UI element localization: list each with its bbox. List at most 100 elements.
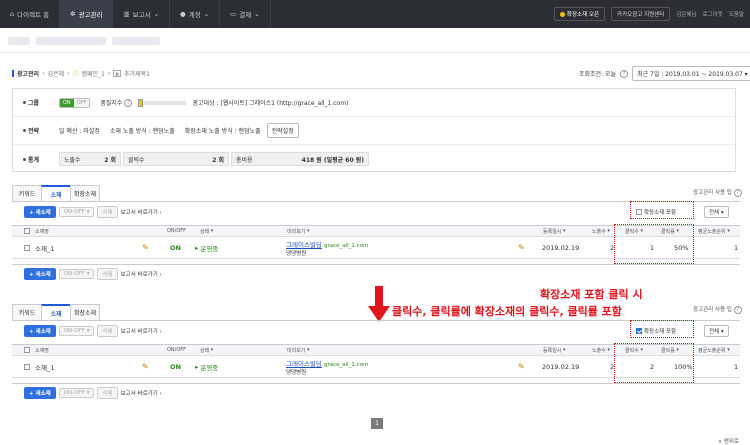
nav-direct-home[interactable]: ⌂ 다이렉트 홈	[0, 0, 61, 28]
account-header	[8, 37, 30, 45]
nav-report[interactable]: ▥ 보고서 ⌄	[113, 0, 171, 28]
filter-dropdown[interactable]: 전체 ▾	[704, 206, 729, 218]
info-label: 통계	[13, 155, 59, 164]
delete-button[interactable]: 삭제	[97, 206, 118, 218]
delete-button[interactable]: 삭제	[97, 267, 118, 280]
arrow-down-icon	[368, 286, 390, 322]
logout-link[interactable]: 로그아웃	[703, 10, 723, 18]
tab-keyword[interactable]: 키워드	[12, 304, 42, 320]
column-header[interactable]: 상태 ▾	[200, 345, 213, 355]
edit-icon[interactable]: ✎	[518, 356, 525, 377]
column-header[interactable]: 상태 ▾	[200, 226, 213, 236]
new-material-button[interactable]: + 새소재	[24, 386, 56, 399]
onoff-status[interactable]: ON	[170, 237, 181, 258]
quality-index-bar	[138, 98, 187, 107]
highlight-box	[614, 343, 694, 383]
help-icon: ?	[733, 306, 742, 314]
tab-expansion[interactable]: 확장소재	[70, 185, 100, 201]
dot-icon	[559, 12, 565, 17]
material-name: 소재_1	[35, 244, 55, 253]
filter-dropdown[interactable]: 전체 ▾	[704, 325, 729, 337]
annotation-line-1: 확장소재 포함 클릭 시	[540, 288, 643, 301]
stat-cost: 총비용 418 원 (일평균 60 원)	[231, 152, 369, 166]
strategy-settings-button[interactable]: 전략설정	[266, 123, 299, 138]
avg-rank: 1	[734, 243, 739, 252]
highlight-box	[630, 320, 694, 338]
column-header[interactable]: 노출수 ▾	[592, 345, 610, 355]
tab-expansion[interactable]: 확장소재	[70, 304, 100, 320]
register-date: 2019.02.19	[542, 362, 580, 371]
divider	[0, 52, 750, 53]
pagination-current[interactable]: 1	[371, 418, 383, 429]
delete-button[interactable]: 삭제	[97, 386, 118, 399]
onoff-dropdown[interactable]: ON-OFF ▾	[58, 326, 95, 336]
column-header[interactable]: 평균노출순위 ▾	[698, 226, 730, 236]
user-name[interactable]: 김은혜님	[676, 10, 696, 18]
highlight-box	[630, 201, 694, 219]
tab-material[interactable]: 소재	[41, 185, 71, 201]
help-icon: ?	[733, 189, 742, 197]
report-shortcut-link[interactable]: 보고서 바로가기 ›	[121, 270, 162, 278]
breadcrumb-item[interactable]: 광고관리	[17, 69, 39, 78]
edit-icon[interactable]: ✎	[518, 237, 525, 258]
edit-icon[interactable]: ✎	[142, 237, 149, 258]
edit-icon[interactable]: ✎	[142, 356, 149, 377]
onoff-dropdown[interactable]: ON-OFF ▾	[58, 268, 95, 279]
register-date: 2019.02.19	[542, 243, 580, 252]
column-header[interactable]: 미리보기 ▾	[287, 226, 310, 236]
new-material-button[interactable]: + 새소재	[24, 325, 56, 337]
tips-link[interactable]: 광고관리 사용 팁 ?	[693, 305, 742, 314]
expansion-exposure-text: 확장소재 노출 방식 : 랜덤노출	[184, 128, 261, 135]
column-header: ON/OFF	[167, 228, 187, 234]
nav-ad-management[interactable]: ✲ 광고관리	[60, 0, 114, 28]
delete-button[interactable]: 삭제	[97, 325, 118, 337]
preview: 그레이스빌딩 grace_all_1.com 댕댕병원	[286, 359, 369, 376]
onoff-dropdown[interactable]: ON-OFF ▾	[58, 387, 95, 398]
caret-down-icon: ▾	[744, 71, 748, 78]
row-checkbox[interactable]	[24, 363, 30, 370]
back-to-top-link[interactable]: ∧ 맨위로	[718, 437, 739, 445]
onoff-dropdown[interactable]: ON-OFF ▾	[58, 207, 95, 217]
column-header[interactable]: 등록일시 ▾	[543, 226, 566, 236]
period-dropdown[interactable]: 최근 7일 : 2019.03.01 ~ 2019.03.07 ▾	[632, 66, 750, 81]
report-shortcut-link[interactable]: 보고서 바로가기 ›	[121, 389, 162, 397]
group-onoff-toggle[interactable]: ON OFF	[59, 97, 91, 108]
highlight-box	[614, 224, 694, 264]
kakao-support-button[interactable]: 카카오광고 지원센터	[611, 7, 671, 21]
column-header: 소재명	[35, 228, 49, 235]
onoff-status[interactable]: ON	[170, 356, 181, 377]
report-shortcut-link[interactable]: 보고서 바로가기 ›	[121, 208, 162, 216]
material-name: 소재_1	[35, 363, 55, 372]
nav-payment[interactable]: ▭ 결제 ⌄	[220, 0, 271, 28]
column-header[interactable]: 등록일시 ▾	[543, 345, 566, 355]
preview-title-link[interactable]: 그레이스빌딩	[286, 360, 322, 368]
expansion-open-button[interactable]: 확장소재 오픈	[553, 7, 606, 21]
help-link[interactable]: 도움말	[729, 10, 744, 18]
info-row-group: 그룹 ON OFF 품질지수 ? 광고대상 : [웹사이트] 그레이스1 (htt…	[13, 89, 735, 117]
new-material-button[interactable]: + 새소재	[24, 267, 56, 280]
chevron-down-icon: ⌄	[153, 10, 160, 18]
column-header[interactable]: 미리보기 ▾	[287, 345, 310, 355]
breadcrumb-item[interactable]: 캠페인_1	[81, 69, 104, 78]
ad-target-text: 광고대상 : [웹사이트] 그레이스1 (http://grace_all_1.…	[192, 100, 349, 107]
nav-account[interactable]: ● 계정 ⌄	[170, 0, 221, 28]
material-exposure-text: 소재 노출 방식 : 랜덤노출	[109, 128, 175, 135]
tab-material[interactable]: 소재	[41, 304, 71, 320]
select-all-checkbox[interactable]	[24, 347, 30, 353]
help-icon[interactable]: ?	[620, 69, 629, 78]
group-icon: ▦	[113, 70, 122, 77]
select-all-checkbox[interactable]	[24, 228, 30, 234]
report-shortcut-link[interactable]: 보고서 바로가기 ›	[121, 327, 162, 335]
tips-link[interactable]: 광고관리 사용 팁 ?	[693, 188, 742, 197]
preview-description: 댕댕병원	[286, 250, 307, 257]
row-checkbox[interactable]	[24, 244, 30, 251]
breadcrumb-item[interactable]: 김은혜	[48, 69, 65, 78]
column-header[interactable]: 노출수 ▾	[592, 226, 610, 236]
preview-title-link[interactable]: 그레이스빌딩	[286, 241, 322, 249]
new-material-button[interactable]: + 새소재	[24, 206, 56, 218]
breadcrumb-item: 추가제목1	[124, 71, 150, 78]
help-icon[interactable]: ?	[124, 98, 133, 107]
quality-label: 품질지수	[100, 100, 123, 107]
tab-keyword[interactable]: 키워드	[12, 185, 42, 201]
column-header[interactable]: 평균노출순위 ▾	[698, 345, 730, 355]
